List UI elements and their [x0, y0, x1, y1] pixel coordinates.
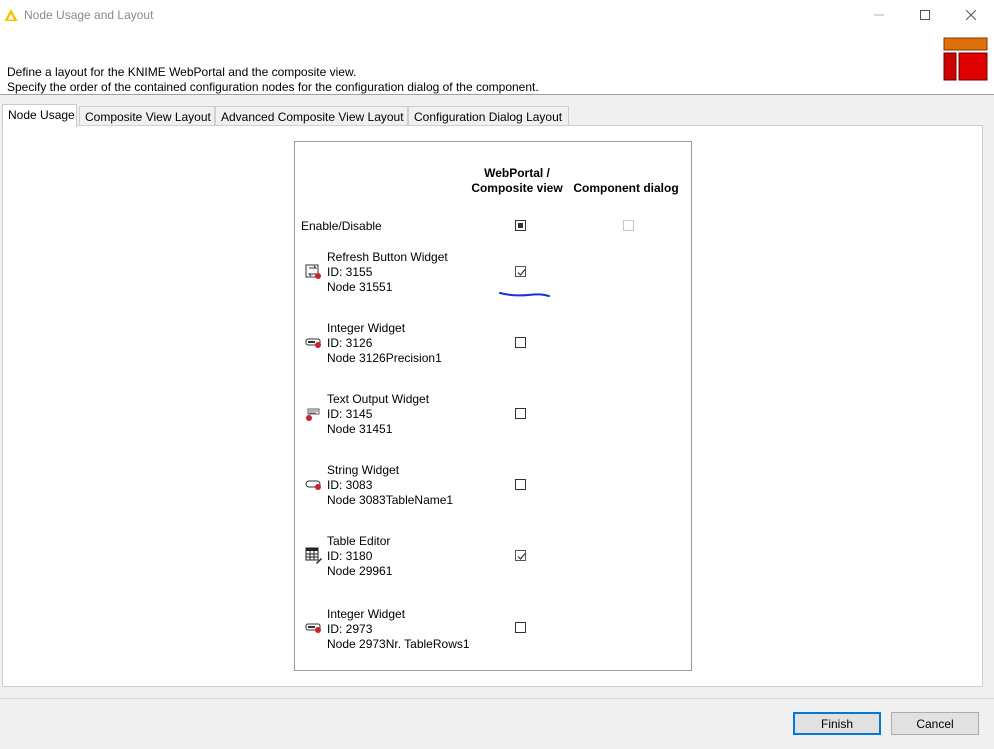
node-name: Table Editor	[327, 534, 391, 548]
webportal-checkbox-row-6[interactable]	[515, 622, 526, 633]
window-title: Node Usage and Layout	[24, 8, 154, 22]
integer-widget-icon	[305, 338, 321, 348]
webportal-checkbox-row-4[interactable]	[515, 479, 526, 490]
node-name: Integer Widget	[327, 607, 406, 621]
node-label: Node 31551	[327, 280, 393, 294]
webportal-checkbox-row-1[interactable]	[515, 266, 526, 277]
layout-logo-icon	[943, 37, 988, 81]
node-id: ID: 3180	[327, 549, 373, 563]
column-header-webportal-line1: WebPortal /	[484, 166, 550, 180]
node-entry-2: Integer Widget ID: 3126 Node 3126Precisi…	[327, 321, 442, 366]
header-description-line1: Define a layout for the KNIME WebPortal …	[7, 65, 357, 79]
tab-bar: Node Usage Composite View Layout Advance…	[0, 104, 994, 127]
node-name: Refresh Button Widget	[327, 250, 448, 264]
header-description-line2: Specify the order of the contained confi…	[7, 80, 539, 94]
table-editor-icon	[305, 547, 322, 564]
node-id: ID: 3145	[327, 407, 373, 421]
text-output-widget-icon	[306, 408, 320, 421]
close-icon	[966, 10, 976, 20]
node-name: Integer Widget	[327, 321, 406, 335]
footer-separator	[0, 698, 994, 699]
node-label: Node 31451	[327, 422, 393, 436]
string-widget-icon	[305, 480, 321, 490]
column-header-webportal-line2: Composite view	[471, 181, 563, 195]
enable-disable-label: Enable/Disable	[301, 219, 382, 233]
minimize-button[interactable]	[856, 0, 902, 30]
right-gutter	[984, 98, 994, 687]
tab-configuration-dialog-layout[interactable]: Configuration Dialog Layout	[408, 106, 569, 126]
knime-warning-icon	[4, 9, 18, 21]
dialog-header: Define a layout for the KNIME WebPortal …	[0, 30, 994, 94]
title-bar: Node Usage and Layout	[0, 0, 994, 30]
node-entry-3: Text Output Widget ID: 3145 Node 31451	[327, 392, 429, 437]
integer-widget-icon	[305, 623, 321, 633]
webportal-checkbox-row-2[interactable]	[515, 337, 526, 348]
cancel-button[interactable]: Cancel	[891, 712, 979, 735]
enable-webportal-all-checkbox[interactable]	[515, 220, 526, 231]
webportal-checkbox-row-3[interactable]	[515, 408, 526, 419]
enable-component-dialog-all-checkbox	[623, 220, 634, 231]
webportal-checkbox-row-5[interactable]	[515, 550, 526, 561]
tab-composite-view-layout[interactable]: Composite View Layout	[79, 106, 215, 126]
tab-node-usage[interactable]: Node Usage	[2, 104, 77, 127]
node-id: ID: 2973	[327, 622, 373, 636]
close-button[interactable]	[948, 0, 994, 30]
maximize-button[interactable]	[902, 0, 948, 30]
node-name: Text Output Widget	[327, 392, 430, 406]
checkmark-icon	[517, 269, 526, 276]
tab-advanced-composite-view-layout[interactable]: Advanced Composite View Layout	[215, 106, 408, 126]
node-id: ID: 3155	[327, 265, 373, 279]
node-label: Node 29961	[327, 564, 393, 578]
column-header-component-dialog: Component dialog	[573, 181, 679, 195]
node-label: Node 2973Nr. TableRows1	[327, 637, 470, 651]
checkmark-icon	[517, 553, 526, 560]
maximize-icon	[920, 10, 930, 20]
node-entry-6: Integer Widget ID: 2973 Node 2973Nr. Tab…	[327, 607, 470, 652]
node-entry-5: Table Editor ID: 3180 Node 29961	[327, 534, 392, 579]
node-entry-1: Refresh Button Widget ID: 3155 Node 3155…	[327, 250, 448, 295]
node-id: ID: 3126	[327, 336, 373, 350]
column-header-webportal: WebPortal / Composite view	[465, 166, 569, 196]
node-label: Node 3083TableName1	[327, 493, 454, 507]
annotation-underline	[499, 292, 550, 297]
finish-button[interactable]: Finish	[793, 712, 881, 735]
node-id: ID: 3083	[327, 478, 373, 492]
node-entry-4: String Widget ID: 3083 Node 3083TableNam…	[327, 463, 453, 508]
refresh-widget-icon	[305, 264, 321, 279]
minimize-icon	[874, 14, 884, 16]
header-separator	[0, 94, 994, 95]
node-name: String Widget	[327, 463, 400, 477]
node-label: Node 3126Precision1	[327, 351, 442, 365]
